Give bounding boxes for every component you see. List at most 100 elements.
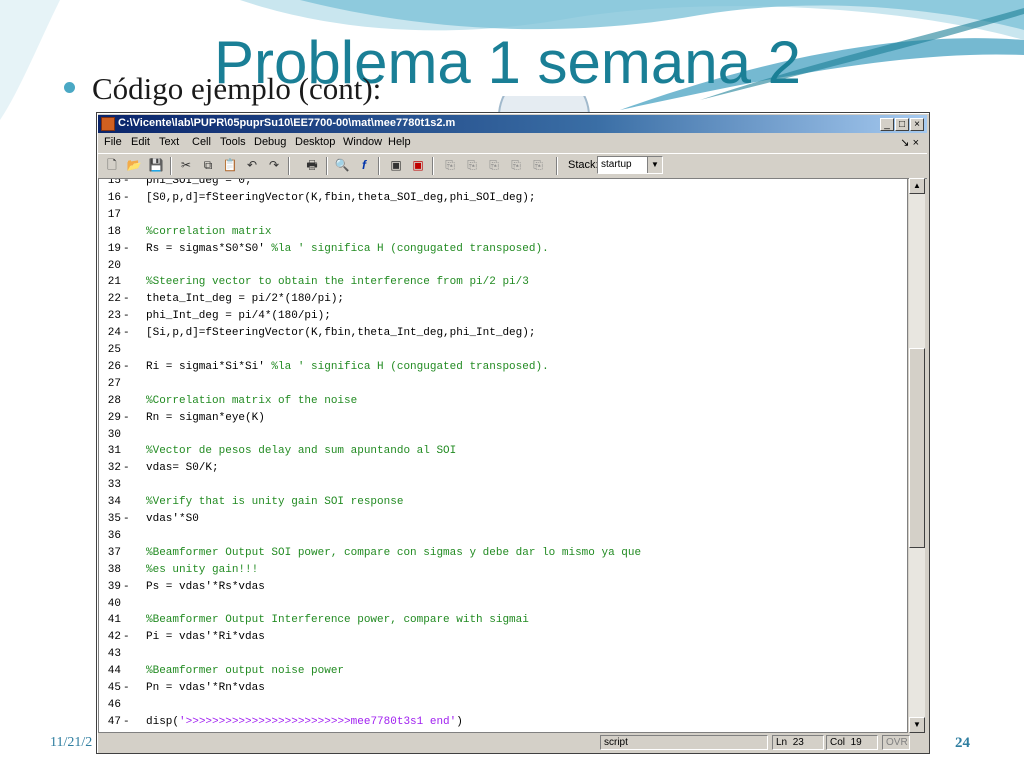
- status-ovr: OVR: [882, 735, 910, 750]
- code-text: vdas= S0/K;: [146, 460, 219, 477]
- code-line[interactable]: 17: [99, 207, 907, 224]
- exit-debug-icon[interactable]: ⎘: [530, 157, 546, 173]
- menu-edit[interactable]: Edit: [131, 136, 150, 148]
- copy-icon[interactable]: ⧉: [200, 157, 216, 173]
- undo-icon[interactable]: ↶: [244, 157, 260, 173]
- scroll-down-icon[interactable]: ▼: [909, 717, 925, 733]
- stack-dropdown[interactable]: startup ▼: [597, 156, 663, 174]
- breakpoint-set-icon[interactable]: ▣: [388, 157, 404, 173]
- step-icon[interactable]: ⎘: [442, 157, 458, 173]
- continue-icon[interactable]: ⎘: [508, 157, 524, 173]
- line-number: 24: [107, 327, 121, 340]
- menu-desktop[interactable]: Desktop: [295, 136, 335, 148]
- save-icon[interactable]: 💾: [148, 157, 164, 173]
- code-line[interactable]: 32- vdas= S0/K;: [99, 460, 907, 477]
- toolbar-separator: [556, 157, 558, 175]
- code-line[interactable]: 33: [99, 477, 907, 494]
- code-line[interactable]: 16- [S0,p,d]=fSteeringVector(K,fbin,theta…: [99, 190, 907, 207]
- line-number: 42: [107, 631, 121, 644]
- code-line[interactable]: 15- phi_SOI_deg = 0;: [99, 179, 907, 190]
- code-line[interactable]: 29- Rn = sigman*eye(K): [99, 410, 907, 427]
- vertical-scrollbar[interactable]: ▲ ▼: [909, 178, 925, 733]
- minimize-button[interactable]: _: [880, 118, 894, 131]
- redo-icon[interactable]: ↷: [266, 157, 282, 173]
- code-line[interactable]: 28 %Correlation matrix of the noise: [99, 393, 907, 410]
- menu-text[interactable]: Text: [159, 136, 179, 148]
- menu-debug[interactable]: Debug: [254, 136, 286, 148]
- code-line[interactable]: 25: [99, 342, 907, 359]
- code-line[interactable]: 19- Rs = sigmas*S0*S0' %la ' significa H …: [99, 241, 907, 258]
- breakpoint-marker[interactable]: -: [123, 579, 130, 596]
- find-icon[interactable]: 🔍: [334, 157, 350, 173]
- code-text: %correlation matrix: [146, 224, 271, 241]
- code-text: [Si,p,d]=fSteeringVector(K,fbin,theta_In…: [146, 325, 535, 342]
- breakpoint-marker[interactable]: -: [123, 460, 130, 477]
- code-line[interactable]: 43: [99, 646, 907, 663]
- breakpoint-marker[interactable]: -: [123, 291, 130, 308]
- code-line[interactable]: 36: [99, 528, 907, 545]
- code-statement: vdas'*S0: [146, 513, 199, 525]
- print-icon[interactable]: 🖶: [304, 157, 320, 173]
- cut-icon[interactable]: ✂: [178, 157, 194, 173]
- line-number: 28: [107, 394, 121, 407]
- scroll-up-icon[interactable]: ▲: [909, 178, 925, 194]
- code-line[interactable]: 35- vdas'*S0: [99, 511, 907, 528]
- breakpoint-marker[interactable]: -: [123, 325, 130, 342]
- breakpoint-marker[interactable]: -: [123, 179, 130, 190]
- code-line[interactable]: 38 %es unity gain!!!: [99, 562, 907, 579]
- footer-date: 11/21/2: [50, 735, 93, 750]
- code-line[interactable]: 39- Ps = vdas'*Rs*vdas: [99, 579, 907, 596]
- breakpoint-marker[interactable]: -: [123, 680, 130, 697]
- code-line[interactable]: 22- theta_Int_deg = pi/2*(180/pi);: [99, 291, 907, 308]
- code-line[interactable]: 23- phi_Int_deg = pi/4*(180/pi);: [99, 308, 907, 325]
- code-line[interactable]: 31 %Vector de pesos delay and sum apuntan…: [99, 443, 907, 460]
- scrollbar-thumb[interactable]: [909, 348, 925, 548]
- code-line[interactable]: 44 %Beamformer output noise power: [99, 663, 907, 680]
- step-in-icon[interactable]: ⎘: [464, 157, 480, 173]
- code-line[interactable]: 18 %correlation matrix: [99, 224, 907, 241]
- breakpoint-marker[interactable]: -: [123, 511, 130, 528]
- menu-tools[interactable]: Tools: [220, 136, 246, 148]
- code-line[interactable]: 30: [99, 427, 907, 444]
- breakpoint-marker[interactable]: -: [123, 190, 130, 207]
- menu-window[interactable]: Window: [343, 136, 382, 148]
- function-icon[interactable]: f: [356, 157, 372, 173]
- code-line[interactable]: 37 %Beamformer Output SOI power, compare …: [99, 545, 907, 562]
- code-line[interactable]: 40: [99, 596, 907, 613]
- code-line[interactable]: 26- Ri = sigmai*Si*Si' %la ' significa H …: [99, 359, 907, 376]
- code-line[interactable]: 27: [99, 376, 907, 393]
- breakpoint-marker[interactable]: -: [123, 714, 130, 731]
- code-statement: [Si,p,d]=fSteeringVector(K,fbin,theta_In…: [146, 327, 536, 340]
- breakpoint-marker[interactable]: -: [123, 241, 130, 258]
- step-out-icon[interactable]: ⎘: [486, 157, 502, 173]
- doc-close-icon[interactable]: ↘ ×: [900, 136, 919, 149]
- breakpoint-marker[interactable]: -: [123, 629, 130, 646]
- breakpoint-marker[interactable]: -: [123, 359, 130, 376]
- code-line[interactable]: 45- Pn = vdas'*Rn*vdas: [99, 680, 907, 697]
- menu-cell[interactable]: Cell: [192, 136, 211, 148]
- code-text: %Beamformer Output SOI power, compare co…: [146, 545, 641, 562]
- menu-bar: File Edit Text Cell Tools Debug Desktop …: [98, 134, 927, 152]
- code-line[interactable]: 34 %Verify that is unity gain SOI respons…: [99, 494, 907, 511]
- code-line[interactable]: 20: [99, 258, 907, 275]
- code-line[interactable]: 24- [Si,p,d]=fSteeringVector(K,fbin,theta…: [99, 325, 907, 342]
- code-editor[interactable]: 15- phi_SOI_deg = 0; 16- [S0,p,d]=fSteering…: [98, 178, 908, 733]
- code-line[interactable]: 41 %Beamformer Output Interference power,…: [99, 612, 907, 629]
- close-button[interactable]: ×: [910, 118, 924, 131]
- paste-icon[interactable]: 📋: [222, 157, 238, 173]
- dropdown-arrow-icon[interactable]: ▼: [647, 157, 662, 173]
- code-line[interactable]: 21 %Steering vector to obtain the interfe…: [99, 274, 907, 291]
- open-folder-icon[interactable]: 📂: [126, 157, 142, 173]
- breakpoint-clear-icon[interactable]: ▣: [410, 157, 426, 173]
- menu-file[interactable]: File: [104, 136, 122, 148]
- code-line[interactable]: 46: [99, 697, 907, 714]
- breakpoint-marker[interactable]: -: [123, 308, 130, 325]
- new-file-icon[interactable]: 🗋: [104, 157, 120, 173]
- code-line[interactable]: 47- disp('>>>>>>>>>>>>>>>>>>>>>>>>>mee778…: [99, 714, 907, 731]
- maximize-button[interactable]: □: [895, 118, 909, 131]
- code-line[interactable]: 42- Pi = vdas'*Ri*vdas: [99, 629, 907, 646]
- code-text: Pn = vdas'*Rn*vdas: [146, 680, 265, 697]
- menu-help[interactable]: Help: [388, 136, 411, 148]
- window-titlebar[interactable]: C:\Vicente\lab\PUPR\05puprSu10\EE7700-00…: [98, 115, 927, 133]
- breakpoint-marker[interactable]: -: [123, 410, 130, 427]
